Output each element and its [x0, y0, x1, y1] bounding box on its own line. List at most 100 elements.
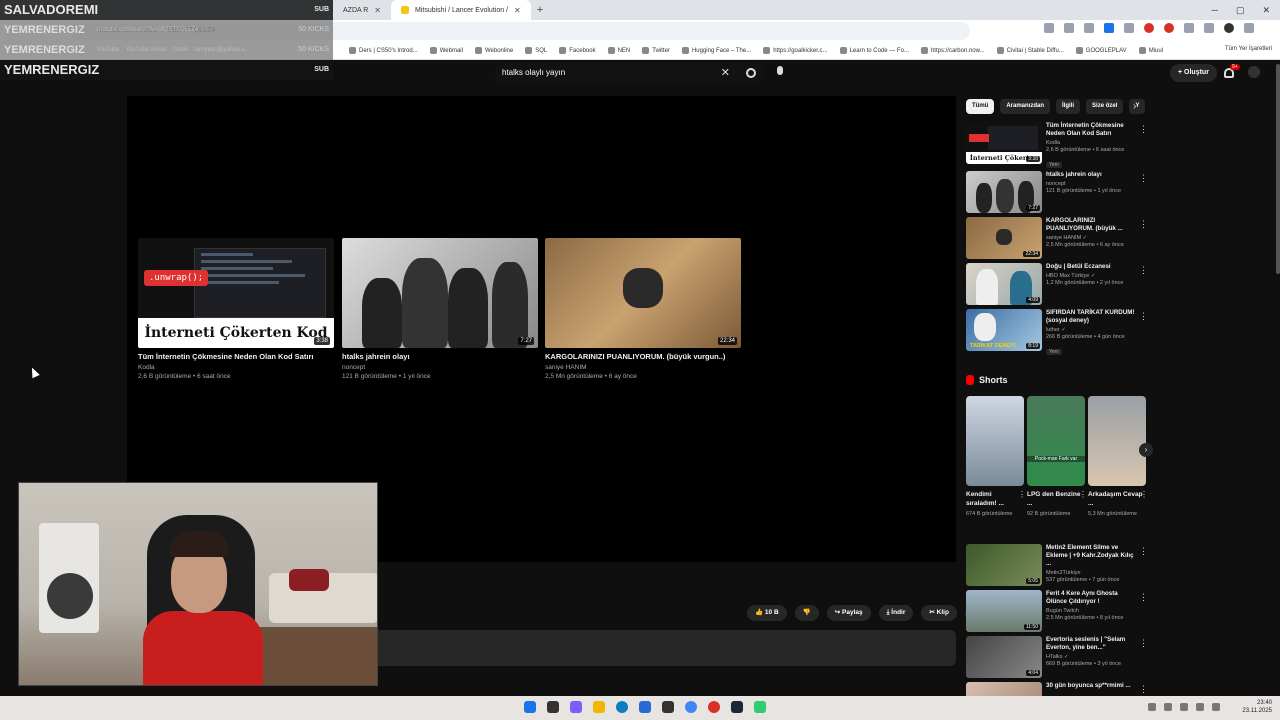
download-button[interactable]: ⤓ İndir	[878, 605, 914, 621]
download-icon[interactable]	[1204, 23, 1214, 33]
chip-more[interactable]: Y	[1129, 99, 1146, 114]
short-title[interactable]: LPG den Benzine ...	[1027, 490, 1085, 508]
channel-name[interactable]: Kodla	[138, 364, 334, 371]
endcard-video[interactable]: 7:27 htalks jahrein olayı noncept 121 B …	[342, 238, 538, 380]
microphone-icon[interactable]	[774, 66, 786, 80]
more-vert-icon[interactable]: ⋮	[1139, 219, 1148, 230]
recommended-video[interactable]: 11:50 Ferit 4 Kere Aynı Ghosta Ölünce Çı…	[966, 590, 1156, 634]
channel-name[interactable]: noncept	[342, 364, 538, 371]
bookmark[interactable]: Webmail	[429, 47, 463, 54]
video-title[interactable]: htalks jahrein olayı	[342, 352, 538, 361]
recommended-video[interactable]: 22:34 KARGOLARINIZI PUANLIYORUM. (büyük …	[966, 217, 1156, 261]
extension-red-icon[interactable]	[1144, 23, 1154, 33]
bookmark[interactable]: Civitai | Stable Diffu...	[996, 47, 1064, 54]
app-icon[interactable]	[754, 701, 766, 713]
clear-search-icon[interactable]: ✕	[721, 63, 730, 83]
more-vert-icon[interactable]: ⋮	[1140, 490, 1148, 499]
channel-name[interactable]: Metin2Türkiye	[1046, 570, 1140, 576]
recommended-video[interactable]: İnterneti Çökerten 3:38 Tüm İnternetin Ç…	[966, 122, 1156, 168]
new-tab-icon[interactable]: +	[531, 4, 549, 16]
app-icon[interactable]	[662, 701, 674, 713]
more-vert-icon[interactable]: ⋮	[1139, 546, 1148, 557]
extension-pen-icon[interactable]	[1124, 23, 1134, 33]
video-title[interactable]: Ferit 4 Kere Aynı Ghosta Ölünce Çıldırıy…	[1046, 590, 1140, 606]
chevron-right-icon[interactable]: ›	[1133, 101, 1136, 112]
chip-from-search[interactable]: Aramanızdan	[1000, 99, 1051, 114]
more-vert-icon[interactable]: ⋮	[1139, 311, 1148, 322]
tray-chevron-icon[interactable]	[1148, 703, 1156, 711]
video-title[interactable]: Evertoria seslenis | "Selam Everton, yin…	[1046, 636, 1140, 652]
video-title[interactable]: Tüm İnternetin Çökmesine Neden Olan Kod …	[1046, 122, 1140, 138]
bookmark[interactable]: NEN	[607, 47, 630, 54]
more-vert-icon[interactable]: ⋮	[1139, 684, 1148, 695]
maximize-icon[interactable]: ▢	[1236, 5, 1245, 16]
profile-icon[interactable]	[1224, 23, 1234, 33]
close-icon[interactable]: ✕	[374, 6, 381, 15]
channel-name[interactable]: HBO Max Türkiye ✓	[1046, 273, 1140, 279]
start-icon[interactable]	[524, 701, 536, 713]
recommended-video[interactable]: TARİKAT DENEYİ 8:19 SIFIRDAN TARİKAT KUR…	[966, 309, 1156, 355]
app-icon[interactable]	[639, 701, 651, 713]
cast-icon[interactable]	[1064, 23, 1074, 33]
bookmark[interactable]: SQL	[525, 47, 547, 54]
tray-app-icon[interactable]	[1164, 703, 1172, 711]
scrollbar-thumb[interactable]	[1276, 64, 1280, 274]
more-vert-icon[interactable]: ⋮	[1018, 490, 1026, 499]
extensions-puzzle-icon[interactable]	[1184, 23, 1194, 33]
bookmark[interactable]: Facebook	[559, 47, 596, 54]
share-button[interactable]: ↪ Paylaş	[826, 605, 871, 621]
video-title[interactable]: htalks jahrein olayı	[1046, 171, 1140, 179]
channel-name[interactable]: saniye HANIM ✓	[1046, 235, 1140, 241]
bookmark[interactable]: GOOGLEPLAV	[1075, 47, 1127, 54]
short-title[interactable]: Arkadaşım Cevap ...	[1088, 490, 1146, 508]
recommended-video[interactable]: 5:05 Metin2 Element Silme ve Ekleme | +9…	[966, 544, 1156, 588]
browser-tab-active[interactable]: Mitsubishi / Lancer Evolution / ✕	[391, 0, 531, 20]
close-window-icon[interactable]: ✕	[1262, 5, 1270, 16]
create-button[interactable]: + Oluştur	[1170, 64, 1217, 82]
tray-app-icon[interactable]	[1180, 703, 1188, 711]
bookmark[interactable]: Miuul	[1138, 47, 1163, 54]
short-title[interactable]: Kendimi sıraladım! ...	[966, 490, 1024, 508]
bookmark-star-icon[interactable]	[1084, 23, 1094, 33]
bookmark[interactable]: Webonline	[474, 47, 513, 54]
bookmark[interactable]: https://goalkicker.c...	[763, 47, 828, 54]
browser-tab[interactable]: AZDA R ✕	[333, 0, 391, 20]
chevron-right-icon[interactable]: ›	[1139, 443, 1153, 457]
channel-name[interactable]: Kodla	[1046, 140, 1140, 146]
task-view-icon[interactable]	[547, 701, 559, 713]
all-bookmarks[interactable]: Tüm Yer İşaretleri	[1225, 46, 1272, 52]
recommended-video[interactable]: 30 gün boyunca sp**rmimi ... ⋮	[966, 682, 1156, 696]
short-video[interactable]: Kendimi sıraladım! ... 674 B görüntüleme…	[966, 396, 1026, 518]
channel-name[interactable]: noncept	[1046, 181, 1140, 187]
edge-icon[interactable]	[616, 701, 628, 713]
channel-name[interactable]: saniye HANIM	[545, 364, 741, 371]
video-title[interactable]: Tüm İnternetin Çökmesine Neden Olan Kod …	[138, 352, 334, 361]
more-vert-icon[interactable]: ⋮	[1139, 638, 1148, 649]
video-title[interactable]: 30 gün boyunca sp**rmimi ...	[1046, 682, 1140, 690]
more-vert-icon[interactable]: ⋮	[1139, 124, 1148, 135]
endcard-video[interactable]: .unwrap(); İnterneti Çökerten Kod 3:38 T…	[138, 238, 334, 380]
chip-related[interactable]: İlgili	[1056, 99, 1081, 114]
dislike-button[interactable]: 👎	[794, 605, 819, 621]
minimize-icon[interactable]: ─	[1212, 5, 1218, 15]
video-title[interactable]: KARGOLARINIZI PUANLIYORUM. (büyük vurgun…	[545, 352, 741, 361]
more-vert-icon[interactable]: ⋮	[1139, 592, 1148, 603]
recommended-video[interactable]: 4:04 Evertoria seslenis | "Selam Everton…	[966, 636, 1156, 680]
video-title[interactable]: Doğu | Betül Eczanesi	[1046, 263, 1140, 271]
chrome-icon[interactable]	[685, 701, 697, 713]
short-video[interactable]: Pock-man Fark var LPG den Benzine ... 92…	[1027, 396, 1087, 518]
endcard-video[interactable]: 22:34 KARGOLARINIZI PUANLIYORUM. (büyük …	[545, 238, 741, 380]
video-title[interactable]: SIFIRDAN TARİKAT KURDUM! (sosyal deney)	[1046, 309, 1140, 325]
copilot-icon[interactable]	[570, 701, 582, 713]
recommended-video[interactable]: 7:27 htalks jahrein olayı noncept 121 B …	[966, 171, 1156, 215]
like-button[interactable]: 👍 10 B	[747, 605, 787, 621]
chip-for-you[interactable]: Size özel	[1086, 99, 1124, 114]
close-icon[interactable]: ✕	[514, 6, 521, 15]
channel-name[interactable]: luther ✓	[1046, 327, 1140, 333]
extension-record-icon[interactable]	[1164, 23, 1174, 33]
search-input[interactable]: htalks olaylı yayın ✕	[494, 63, 764, 83]
file-explorer-icon[interactable]	[593, 701, 605, 713]
more-vert-icon[interactable]: ⋮	[1139, 173, 1148, 184]
video-title[interactable]: Metin2 Element Silme ve Ekleme | +9 Kahr…	[1046, 544, 1140, 568]
search-icon[interactable]	[746, 68, 756, 78]
